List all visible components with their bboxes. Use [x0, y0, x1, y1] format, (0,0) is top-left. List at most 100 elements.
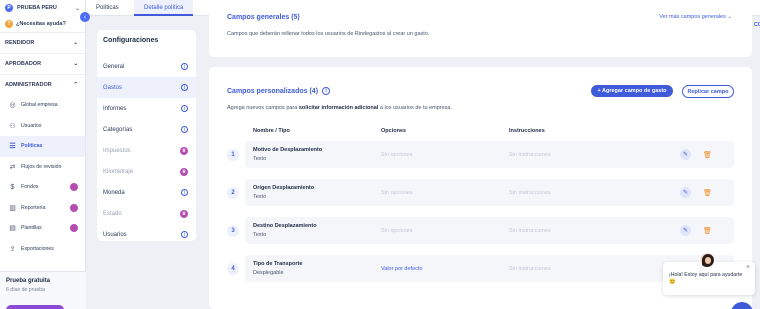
money-icon: $: [10, 183, 15, 191]
config-item-impuestos[interactable]: Impuestos ♛: [97, 140, 196, 161]
sidebar-item-flujos[interactable]: ⇄ Flujos de revisión: [0, 157, 85, 178]
export-icon: ⇪: [9, 245, 16, 253]
field-name: Destino Desplazamiento: [253, 223, 317, 229]
edit-icon[interactable]: ✎: [680, 225, 691, 236]
sidebar-item-global-empresa[interactable]: ◎ Global empresa: [0, 95, 85, 116]
field-instructions: Sin instrucciones: [509, 266, 551, 272]
config-item-kilometraje[interactable]: Kilometraje ♛: [97, 161, 196, 182]
config-item-usuarios[interactable]: Usuarios i: [97, 224, 196, 245]
field-instructions: Sin instrucciones: [509, 228, 551, 234]
trial-title: Prueba gratuita: [6, 278, 51, 284]
config-item-label: Categorías: [103, 126, 133, 133]
desc-text: a los usuarios de tu empresa.: [378, 105, 453, 111]
field-options: Sin opciones: [381, 190, 413, 196]
sidebar-item-exportaciones[interactable]: ⇪ Exportaciones: [0, 239, 85, 260]
table-row[interactable]: Motivo de Desplazamiento Texto Sin opcio…: [245, 141, 734, 168]
desc-bold: solicitar información adicional: [298, 105, 379, 111]
avatar: [699, 252, 715, 268]
sidebar-item-reporteria[interactable]: ▥ Reportería: [0, 198, 85, 219]
trash-icon[interactable]: 🗑: [702, 187, 713, 198]
add-expense-field-button[interactable]: + Agregar campo de gasto: [591, 85, 673, 97]
help-link[interactable]: ? ¿Necesitas ayuda?: [0, 16, 85, 32]
column-header-name: Nombre / Tipo: [253, 128, 290, 134]
table-row[interactable]: Tipo de Transporte Desplegable Valor por…: [245, 255, 734, 282]
section-label: APROBADOR: [5, 61, 42, 67]
row-number: 3: [227, 225, 239, 237]
sidebar-item-plantillas[interactable]: ▤ Plantillas: [0, 218, 85, 239]
config-item-moneda[interactable]: Moneda i: [97, 182, 196, 203]
field-name: Motivo de Desplazamiento: [253, 147, 323, 153]
collapse-sidebar-button[interactable]: ‹: [80, 12, 90, 22]
premium-icon: ♛: [180, 167, 188, 176]
config-item-categorias[interactable]: Categorías i: [97, 119, 196, 140]
premium-badge: [70, 224, 78, 233]
chevron-left-icon: ‹: [83, 13, 87, 21]
org-selector[interactable]: P PRUEBA PERU ⌄: [0, 0, 85, 16]
desc-text: Agrega nuevos campos para: [227, 105, 299, 111]
config-item-general[interactable]: General i: [97, 56, 196, 77]
sidebar-item-politicas[interactable]: ☰ Políticas: [0, 136, 85, 157]
tab-detalle-politica[interactable]: Detalle política: [134, 0, 194, 16]
row-number: 4: [227, 263, 239, 275]
config-item-estado[interactable]: Estado ♛: [97, 203, 196, 224]
section-administrador[interactable]: ADMINISTRADOR ⌃: [0, 74, 85, 95]
field-name: Origen Desplazamiento: [253, 185, 315, 191]
premium-badge: [70, 203, 78, 212]
more-label: Ver más campos generales: [659, 14, 726, 20]
tab-politicas[interactable]: Políticas: [86, 0, 129, 16]
section-rendidor[interactable]: RENDIDOR ⌄: [0, 32, 85, 53]
table-row[interactable]: Origen Desplazamiento Texto Sin opciones…: [245, 179, 734, 206]
policy-icon: ☰: [9, 143, 16, 151]
replicate-field-button[interactable]: Replicar campo: [682, 85, 734, 98]
config-item-label: Informes: [103, 105, 127, 112]
config-menu: Configuraciones General i Gastos i Infor…: [97, 30, 196, 241]
config-item-label: Gastos: [103, 84, 123, 91]
general-fields-title: Campos generales (5): [227, 14, 300, 21]
org-avatar: P: [5, 4, 13, 12]
info-icon[interactable]: i: [322, 87, 331, 95]
section-aprobador[interactable]: APROBADOR ⌄: [0, 53, 85, 74]
config-item-label: Usuarios: [103, 231, 127, 238]
info-icon: i: [181, 126, 188, 133]
users-icon: ⚇: [9, 122, 16, 130]
config-item-label: Moneda: [103, 189, 125, 196]
sidebar-item-label: Flujos de revisión: [21, 163, 62, 170]
trash-icon[interactable]: 🗑: [702, 225, 713, 236]
sidebar-item-usuarios[interactable]: ⚇ Usuarios: [0, 116, 85, 137]
sidebar-item-label: Global empresa: [21, 102, 58, 109]
trial-banner: Prueba gratuita 6 días de prueba: [0, 271, 86, 309]
sidebar-item-label: Fondos: [21, 184, 39, 191]
field-options: Sin opciones: [381, 152, 413, 158]
sidebar-item-fondos[interactable]: $ Fondos: [0, 177, 85, 198]
column-header-options: Opciones: [381, 128, 407, 134]
chevron-down-icon: ⌄: [727, 14, 732, 20]
custom-fields-header: Campos personalizados (4) i: [227, 87, 331, 95]
sidebar: P PRUEBA PERU ⌄ ? ¿Necesitas ayuda? REND…: [0, 0, 86, 309]
more-general-fields-link[interactable]: Ver más campos generales ⌄: [659, 14, 732, 20]
info-icon: i: [181, 84, 188, 91]
chevron-down-icon: ⌄: [74, 5, 80, 12]
general-fields-card: Campos generales (5) Ver más campos gene…: [209, 0, 752, 57]
config-item-informes[interactable]: Informes i: [97, 98, 196, 119]
config-item-gastos[interactable]: Gastos i: [97, 77, 196, 98]
info-icon: i: [181, 231, 188, 238]
template-icon: ▤: [9, 225, 16, 233]
sidebar-item-label: Reportería: [21, 204, 46, 211]
sidebar-item-label: Exportaciones: [21, 245, 54, 252]
premium-badge: [70, 183, 78, 192]
edit-icon[interactable]: ✎: [680, 187, 691, 198]
upgrade-button[interactable]: [6, 305, 64, 309]
table-row[interactable]: Destino Desplazamiento Texto Sin opcione…: [245, 217, 734, 244]
trash-icon[interactable]: 🗑: [702, 149, 713, 160]
field-type: Desplegable: [253, 270, 284, 276]
field-options[interactable]: Valor por defecto: [381, 266, 422, 272]
row-number: 1: [227, 149, 239, 161]
chevron-down-icon: ⌄: [73, 61, 78, 67]
edit-icon[interactable]: ✎: [680, 149, 691, 160]
sidebar-item-label: Políticas: [21, 143, 43, 150]
chart-icon: ▥: [9, 204, 16, 212]
field-type: Texto: [253, 194, 267, 200]
flow-icon: ⇄: [9, 163, 16, 171]
column-header-instructions: Instrucciones: [509, 128, 545, 134]
close-icon[interactable]: ×: [746, 264, 750, 271]
